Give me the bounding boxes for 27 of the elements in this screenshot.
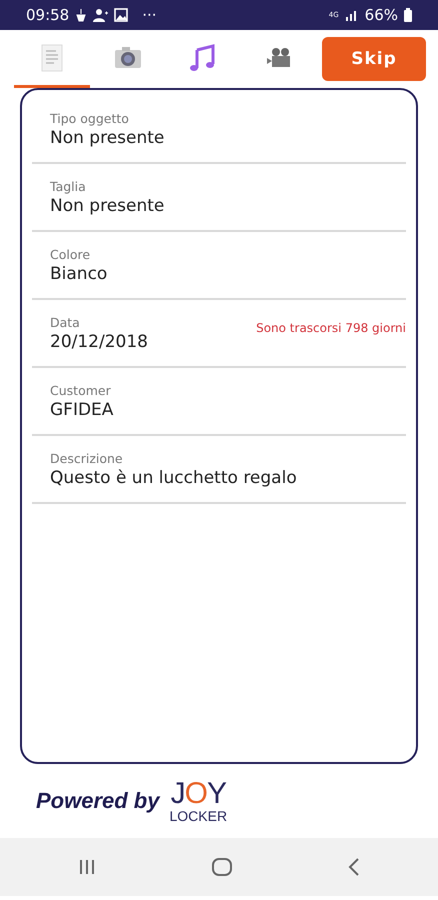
field-label: Customer	[50, 382, 112, 398]
elapsed-note: Sono trascorsi 798 giorni	[256, 321, 406, 335]
field-value: Questo è un lucchetto regalo	[50, 468, 297, 488]
field-value: Bianco	[50, 264, 108, 284]
field-value: Non presente	[50, 196, 164, 216]
field-value: 20/12/2018	[50, 332, 148, 352]
field-value: GFIDEA	[50, 400, 114, 420]
notification-icon	[75, 8, 88, 22]
home-icon	[211, 857, 233, 877]
battery-level: 66%	[364, 6, 398, 24]
more-notifications: ···	[142, 6, 157, 24]
field-label: Data	[50, 314, 81, 330]
person-add-icon	[93, 8, 108, 22]
logo: JOY LOCKER	[169, 779, 228, 823]
signal-icon	[344, 9, 359, 21]
recent-apps-icon	[77, 858, 97, 876]
image-icon	[114, 8, 128, 22]
clock: 09:58	[26, 6, 70, 24]
field-value: Non presente	[50, 128, 164, 148]
back-icon	[347, 857, 361, 877]
field-label: Descrizione	[50, 450, 124, 466]
battery-icon	[404, 8, 412, 22]
powered-by-text: Powered by	[36, 788, 160, 814]
field-label: Tipo oggetto	[50, 110, 130, 126]
field-label: Colore	[50, 246, 92, 262]
field-label: Taglia	[50, 178, 87, 194]
skip-button[interactable]: Skip	[322, 37, 426, 81]
